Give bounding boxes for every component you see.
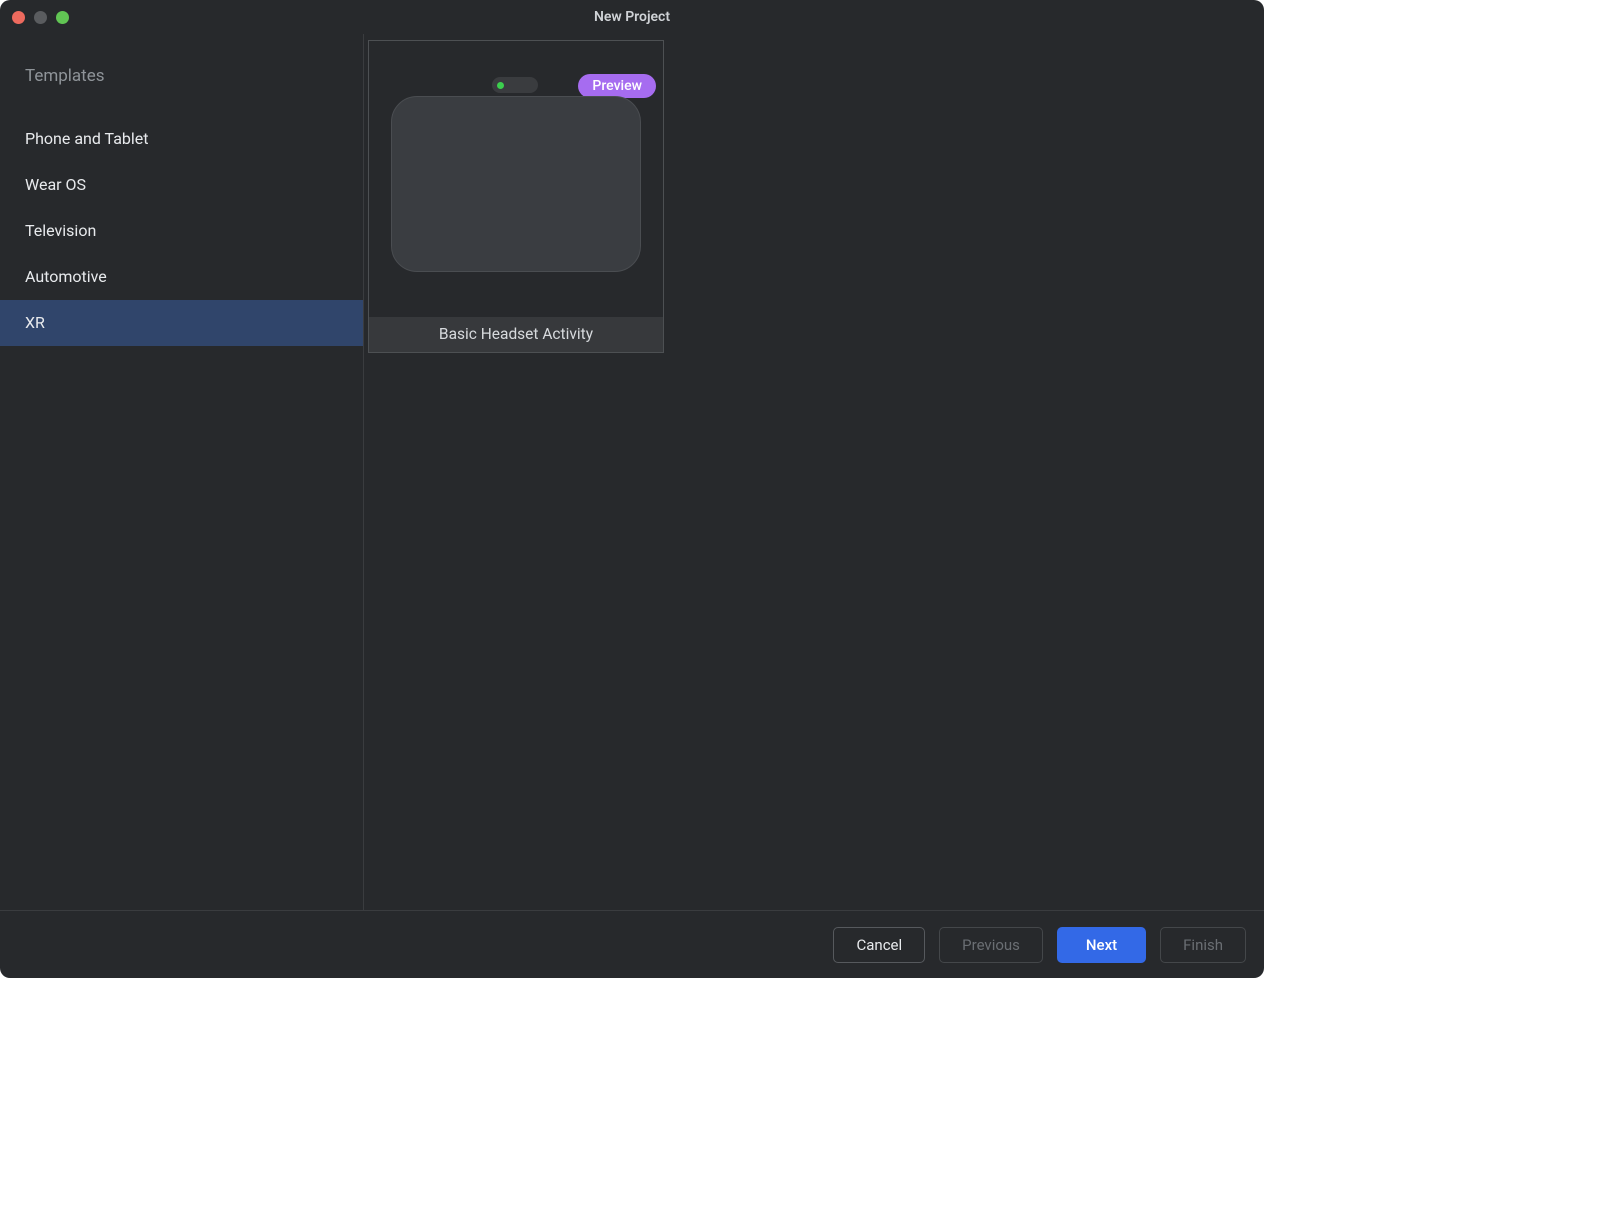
template-label: Basic Headset Activity (369, 317, 663, 352)
headset-screen-icon (391, 96, 641, 272)
finish-button: Finish (1160, 927, 1246, 963)
sidebar-item-phone-and-tablet[interactable]: Phone and Tablet (0, 116, 363, 162)
sidebar: Templates Phone and Tablet Wear OS Telev… (0, 34, 364, 910)
window-title: New Project (0, 9, 1264, 25)
window-controls (0, 11, 69, 24)
footer: Cancel Previous Next Finish (0, 910, 1264, 978)
body: Templates Phone and Tablet Wear OS Telev… (0, 34, 1264, 910)
status-dot-icon (497, 82, 504, 89)
sidebar-item-television[interactable]: Television (0, 208, 363, 254)
template-card-basic-headset-activity[interactable]: Preview Basic Headset Activity (368, 40, 664, 353)
previous-button: Previous (939, 927, 1043, 963)
sidebar-heading: Templates (0, 66, 363, 116)
next-button[interactable]: Next (1057, 927, 1146, 963)
preview-badge: Preview (578, 74, 656, 98)
minimize-window-button[interactable] (34, 11, 47, 24)
device-status-pill (492, 77, 538, 93)
close-window-button[interactable] (12, 11, 25, 24)
sidebar-item-xr[interactable]: XR (0, 300, 363, 346)
template-thumbnail: Preview (369, 41, 663, 317)
titlebar: New Project (0, 0, 1264, 34)
sidebar-item-wear-os[interactable]: Wear OS (0, 162, 363, 208)
sidebar-item-automotive[interactable]: Automotive (0, 254, 363, 300)
new-project-window: New Project Templates Phone and Tablet W… (0, 0, 1264, 978)
template-gallery: Preview Basic Headset Activity (364, 34, 1264, 910)
cancel-button[interactable]: Cancel (833, 927, 925, 963)
maximize-window-button[interactable] (56, 11, 69, 24)
